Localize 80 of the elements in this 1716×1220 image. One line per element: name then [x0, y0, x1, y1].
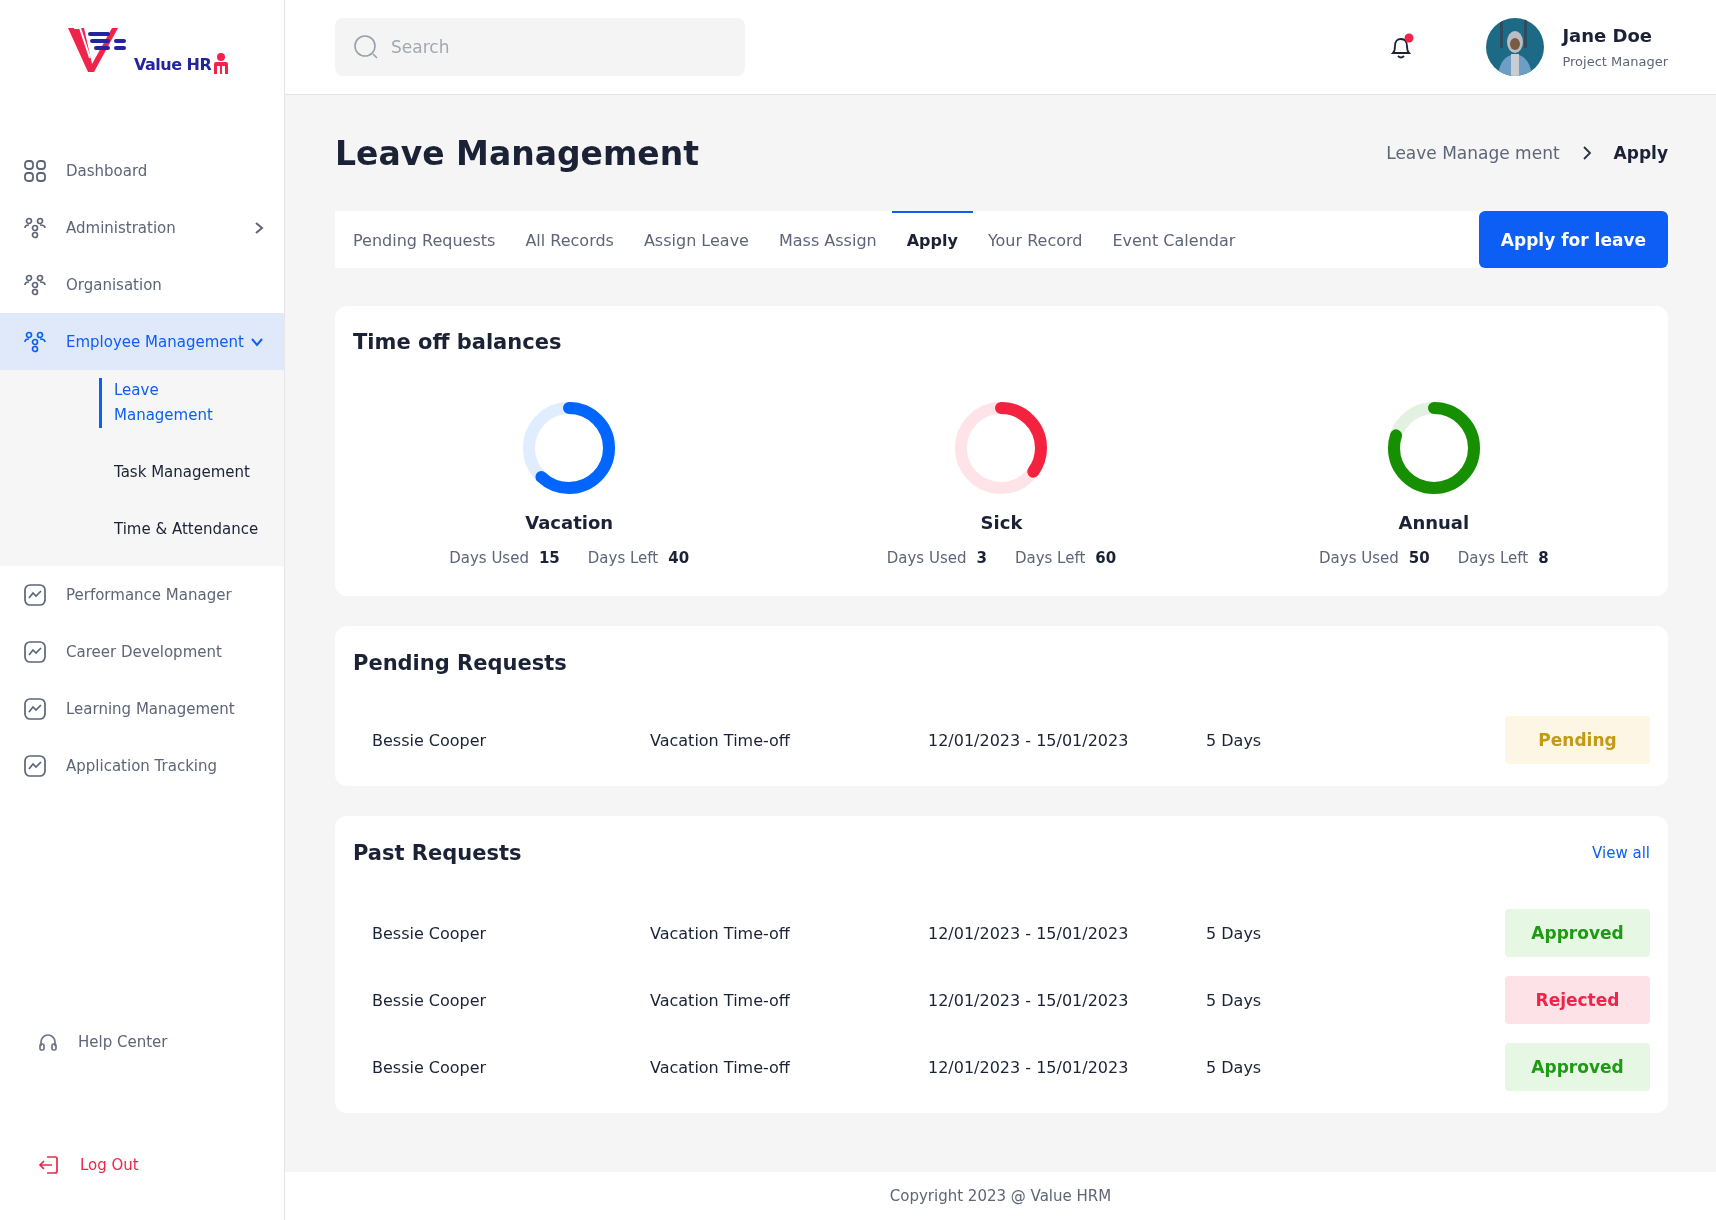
help-link[interactable]: Help Center — [38, 1032, 168, 1052]
submenu-item[interactable]: Time & Attendance — [99, 517, 284, 542]
table-cell-text: 5 Days — [1206, 1057, 1263, 1077]
stat-label: Days Left — [1014, 549, 1086, 567]
table-cell-text: Bessie Cooper — [372, 1057, 488, 1077]
sidebar-item[interactable]: Learning Management — [0, 680, 284, 737]
table-cell-text: 5 Days — [1206, 990, 1263, 1010]
chart-icon — [24, 640, 46, 663]
user-name: Jane Doe — [1562, 25, 1654, 46]
table-cell-text: Vacation Time-off — [650, 990, 791, 1010]
table-cell-text: Bessie Cooper — [372, 990, 488, 1010]
view-all-link[interactable]: View all — [1592, 844, 1650, 862]
sidebar-item[interactable]: Application Tracking — [0, 737, 284, 794]
table-cell-text: Bessie Cooper — [372, 923, 488, 943]
breadcrumb-item[interactable]: Leave Manage ment — [1386, 143, 1560, 163]
people-icon — [24, 273, 46, 296]
status-badge: Rejected — [1505, 976, 1650, 1024]
chart-icon — [24, 583, 46, 606]
tab[interactable]: Apply — [891, 211, 973, 268]
status-badge: Approved — [1505, 909, 1650, 957]
search-icon — [353, 34, 379, 60]
section-title: Time off balances — [353, 330, 563, 354]
leave-type: Annual — [1398, 512, 1470, 533]
chart-icon — [24, 754, 46, 777]
stat-value: 50 — [1408, 549, 1430, 567]
section-title: Past Requests — [353, 841, 523, 865]
table-cell-text: Vacation Time-off — [650, 730, 791, 750]
table-cell-text: 12/01/2023 - 15/01/2023 — [928, 990, 1130, 1010]
status-badge: Pending — [1505, 716, 1650, 764]
status-badge: Approved — [1505, 1043, 1650, 1091]
stat-label: Days Used — [886, 549, 967, 567]
sidebar-item[interactable]: Dashboard — [0, 142, 284, 199]
tab[interactable]: Your Record — [972, 211, 1098, 268]
leave-type: Sick — [980, 512, 1023, 533]
tab[interactable]: Mass Assign — [763, 211, 892, 268]
breadcrumb-item: Apply — [1613, 143, 1668, 163]
stat-value: 15 — [538, 549, 560, 567]
stat-value: 8 — [1538, 549, 1549, 567]
page-title: Leave Management — [335, 133, 700, 173]
people-icon — [24, 330, 46, 353]
stat-label: Days Used — [1319, 549, 1399, 567]
stat-label: Days Left — [1457, 549, 1529, 567]
section-title: Pending Requests — [353, 651, 568, 675]
people-icon — [24, 216, 46, 239]
table-cell-text: 12/01/2023 - 15/01/2023 — [928, 730, 1130, 750]
table-cell-text: Bessie Cooper — [372, 730, 488, 750]
stat-label: Days Used — [449, 549, 529, 567]
tab[interactable]: Pending Requests — [353, 211, 511, 268]
grid-icon — [24, 159, 46, 182]
stat-value: 3 — [976, 549, 987, 567]
sidebar-item[interactable]: Career Development — [0, 623, 284, 680]
headset-icon — [38, 1032, 58, 1052]
search-field[interactable]: Search — [335, 18, 745, 76]
sidebar-item[interactable]: Employee Management — [0, 313, 284, 370]
stat-label: Days Left — [587, 549, 659, 567]
table-cell-text: 12/01/2023 - 15/01/2023 — [928, 1057, 1130, 1077]
leave-type: Vacation — [525, 512, 614, 533]
logout-link[interactable]: Log Out — [38, 1154, 139, 1176]
sidebar-item[interactable]: Performance Manager — [0, 566, 284, 623]
sidebar-item[interactable]: Organisation — [0, 256, 284, 313]
user-role: Project Manager — [1562, 54, 1668, 69]
submenu-item[interactable]: Leave Management — [99, 378, 224, 428]
table-cell-text: 5 Days — [1206, 730, 1263, 750]
tab[interactable]: Event Calendar — [1097, 211, 1251, 268]
tab[interactable]: Assign Leave — [628, 211, 764, 268]
table-cell-text: 5 Days — [1206, 923, 1263, 943]
stat-value: 60 — [1095, 549, 1117, 567]
sidebar-item[interactable]: Administration — [0, 199, 284, 256]
table-cell-text: Vacation Time-off — [650, 1057, 791, 1077]
submenu-item[interactable]: Task Management — [99, 460, 284, 485]
tab[interactable]: All Records — [510, 211, 629, 268]
table-cell-text: 12/01/2023 - 15/01/2023 — [928, 923, 1130, 943]
copyright-text: Copyright 2023 @ Value HRM — [889, 1187, 1112, 1205]
chart-icon — [24, 697, 46, 720]
chevron-right-icon — [1581, 145, 1592, 161]
stat-value: 40 — [668, 549, 690, 567]
logout-icon — [38, 1154, 60, 1176]
apply-button[interactable]: Apply for leave — [1478, 211, 1668, 268]
table-cell-text: Vacation Time-off — [650, 923, 791, 943]
logo: Value HR — [66, 24, 230, 76]
